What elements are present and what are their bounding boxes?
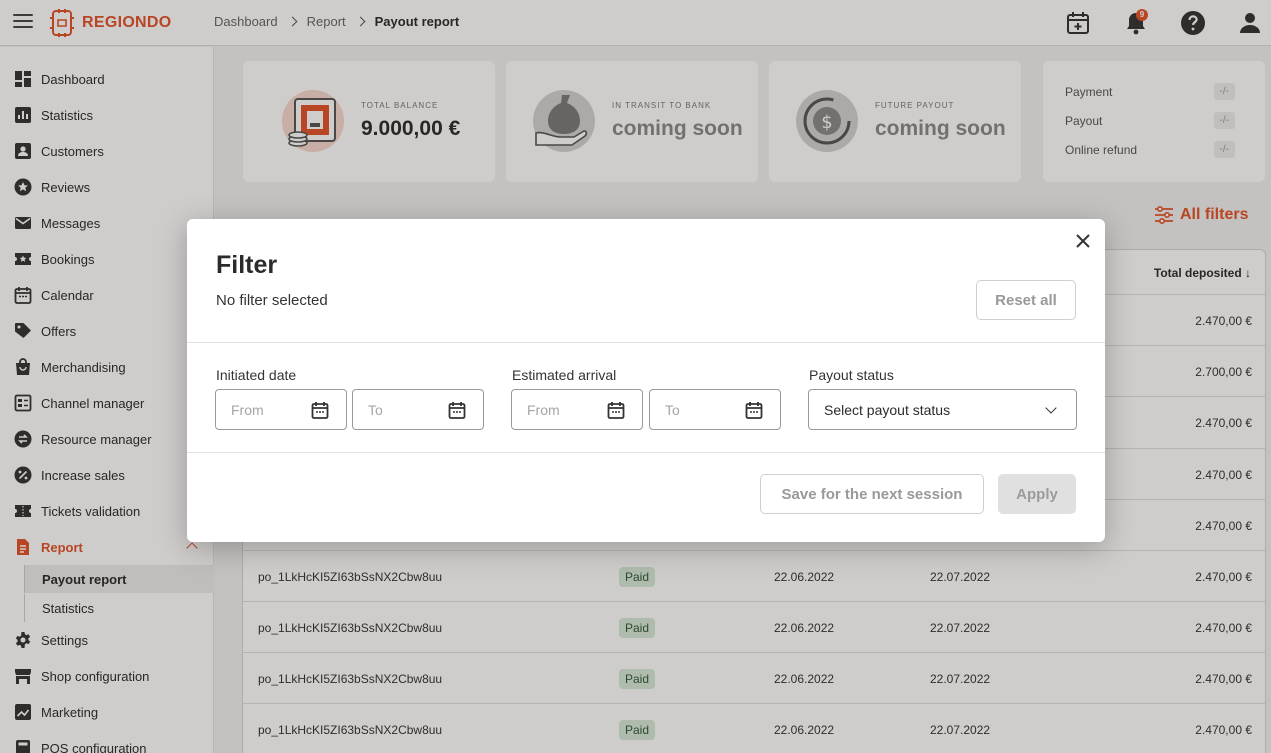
chevron-down-icon	[1045, 402, 1057, 414]
close-icon[interactable]	[1075, 233, 1091, 249]
calendar-icon[interactable]	[448, 401, 466, 419]
date-placeholder: From	[527, 402, 560, 418]
arrival-from-input[interactable]: From	[511, 389, 643, 430]
calendar-icon[interactable]	[745, 401, 763, 419]
apply-button[interactable]: Apply	[998, 474, 1076, 514]
date-placeholder: To	[368, 402, 383, 418]
save-session-button[interactable]: Save for the next session	[760, 474, 984, 514]
date-placeholder: From	[231, 402, 264, 418]
initiated-to-input[interactable]: To	[352, 389, 484, 430]
payout-status-select[interactable]: Select payout status	[808, 389, 1077, 430]
select-value: Select payout status	[824, 402, 951, 418]
reset-all-button[interactable]: Reset all	[976, 280, 1076, 320]
date-placeholder: To	[665, 402, 680, 418]
arrival-to-input[interactable]: To	[649, 389, 781, 430]
modal-subtitle: No filter selected	[216, 292, 328, 309]
calendar-icon[interactable]	[311, 401, 329, 419]
filter-modal: Filter No filter selected Reset all Init…	[187, 219, 1105, 542]
initiated-date-label: Initiated date	[216, 367, 297, 383]
divider	[187, 342, 1105, 343]
payout-status-label: Payout status	[809, 367, 894, 383]
calendar-icon[interactable]	[607, 401, 625, 419]
divider	[187, 452, 1105, 453]
modal-title: Filter	[216, 251, 278, 279]
initiated-from-input[interactable]: From	[215, 389, 347, 430]
estimated-arrival-label: Estimated arrival	[512, 367, 617, 383]
